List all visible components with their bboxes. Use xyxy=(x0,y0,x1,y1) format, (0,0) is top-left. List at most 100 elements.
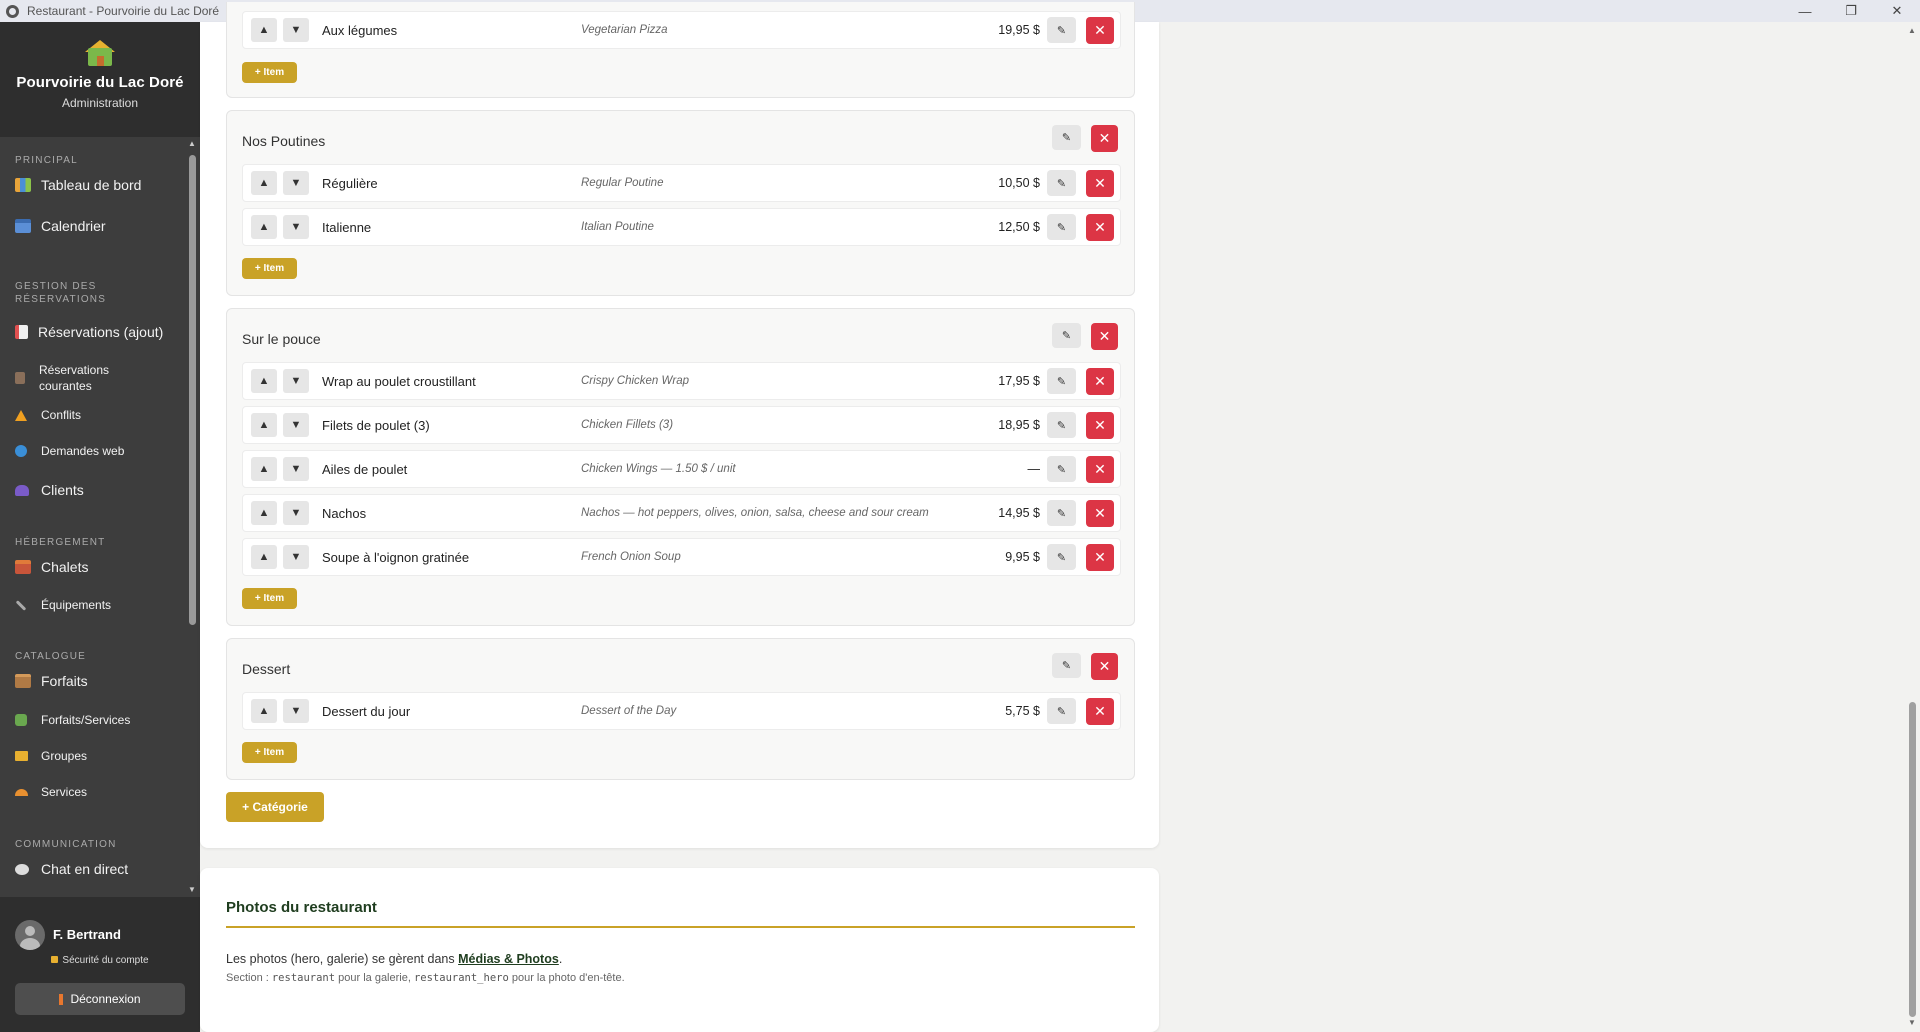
page-scrollbar[interactable]: ▲ ▼ xyxy=(1905,22,1920,1032)
brand-subtitle: Administration xyxy=(61,96,139,110)
item-description: Crispy Chicken Wrap xyxy=(581,375,689,387)
title-divider xyxy=(226,926,1135,928)
move-down-button[interactable]: ▼ xyxy=(283,18,309,42)
edit-category-button[interactable]: ✎ xyxy=(1052,323,1081,348)
sidebar-item-clients[interactable]: Clients xyxy=(0,482,99,498)
move-down-button[interactable]: ▼ xyxy=(283,501,309,525)
move-up-button[interactable]: ▲ xyxy=(251,501,277,525)
photos-info-lead: Les photos (hero, galerie) se gèrent dan… xyxy=(226,952,459,966)
edit-item-button[interactable]: ✎ xyxy=(1047,17,1076,43)
item-price: 9,95 $ xyxy=(1005,550,1040,564)
delete-category-button[interactable]: ✕ xyxy=(1091,125,1118,152)
move-up-button[interactable]: ▲ xyxy=(251,171,277,195)
move-up-button[interactable]: ▲ xyxy=(251,369,277,393)
add-item-button[interactable]: + Item xyxy=(242,258,297,279)
move-down-button[interactable]: ▼ xyxy=(283,699,309,723)
delete-item-button[interactable]: ✕ xyxy=(1086,368,1114,395)
user-panel: F. Bertrand Sécurité du compte Déconnexi… xyxy=(0,897,200,1032)
edit-item-button[interactable]: ✎ xyxy=(1047,214,1076,240)
item-name: Wrap au poulet croustillant xyxy=(322,374,476,389)
delete-item-button[interactable]: ✕ xyxy=(1086,214,1114,241)
item-name: Aux légumes xyxy=(322,23,398,38)
move-down-button[interactable]: ▼ xyxy=(283,215,309,239)
edit-item-button[interactable]: ✎ xyxy=(1047,412,1076,438)
user-name: F. Bertrand xyxy=(53,927,121,942)
scroll-up-arrow-icon[interactable]: ▲ xyxy=(188,139,196,148)
sidebar-item-conflicts[interactable]: Conflits xyxy=(0,407,96,423)
menu-category: Sur le pouce ✎ ✕ ▲ ▼ Wrap au poulet crou… xyxy=(226,308,1135,626)
account-security-link[interactable]: Sécurité du compte xyxy=(0,955,200,966)
add-category-button[interactable]: + Catégorie xyxy=(226,792,324,822)
sidebar-item-web-requests[interactable]: Demandes web xyxy=(0,443,139,459)
edit-category-button[interactable]: ✎ xyxy=(1052,125,1081,150)
edit-item-button[interactable]: ✎ xyxy=(1047,456,1076,482)
delete-category-button[interactable]: ✕ xyxy=(1091,653,1118,680)
move-up-button[interactable]: ▲ xyxy=(251,18,277,42)
move-down-button[interactable]: ▼ xyxy=(283,171,309,195)
minimize-button[interactable]: — xyxy=(1782,0,1828,22)
move-down-button[interactable]: ▼ xyxy=(283,545,309,569)
add-item-button[interactable]: + Item xyxy=(242,588,297,609)
move-up-button[interactable]: ▲ xyxy=(251,457,277,481)
move-down-button[interactable]: ▼ xyxy=(283,413,309,437)
menu-category-pizzas: ▲ ▼ Aux légumes Vegetarian Pizza 19,95 $… xyxy=(226,2,1135,98)
scroll-down-arrow-icon[interactable]: ▼ xyxy=(188,885,196,894)
sidebar-item-chalets[interactable]: Chalets xyxy=(0,559,103,575)
sidebar-scroll-thumb[interactable] xyxy=(189,155,196,625)
sidebar-scrollbar[interactable]: ▲ ▼ xyxy=(186,137,198,897)
move-up-button[interactable]: ▲ xyxy=(251,413,277,437)
package-icon xyxy=(15,674,31,688)
sidebar-item-label: Équipements xyxy=(41,598,112,612)
restaurant-photos-card: Photos du restaurant Les photos (hero, g… xyxy=(200,868,1159,1032)
edit-item-button[interactable]: ✎ xyxy=(1047,544,1076,570)
edit-item-button[interactable]: ✎ xyxy=(1047,698,1076,724)
page-scroll-up-icon[interactable]: ▲ xyxy=(1908,26,1916,35)
sidebar-item-calendar[interactable]: Calendrier xyxy=(0,218,121,234)
item-description: Italian Poutine xyxy=(581,221,654,233)
logout-button[interactable]: Déconnexion xyxy=(15,983,185,1015)
menu-item-row: ▲ ▼ Aux légumes Vegetarian Pizza 19,95 $… xyxy=(242,11,1121,49)
sidebar-item-live-chat[interactable]: Chat en direct xyxy=(0,861,143,877)
move-up-button[interactable]: ▲ xyxy=(251,699,277,723)
edit-item-button[interactable]: ✎ xyxy=(1047,170,1076,196)
delete-item-button[interactable]: ✕ xyxy=(1086,698,1114,725)
photos-info-end: . xyxy=(558,952,563,966)
sidebar-item-reservations-current[interactable]: Réservations courantes xyxy=(0,362,144,394)
delete-item-button[interactable]: ✕ xyxy=(1086,500,1114,527)
edit-category-button[interactable]: ✎ xyxy=(1052,653,1081,678)
sidebar-item-equipment[interactable]: Équipements xyxy=(0,597,126,613)
edit-item-button[interactable]: ✎ xyxy=(1047,500,1076,526)
delete-item-button[interactable]: ✕ xyxy=(1086,544,1114,571)
sidebar-item-groups[interactable]: Groupes xyxy=(0,748,102,764)
door-icon xyxy=(59,993,64,1005)
page-scroll-thumb[interactable] xyxy=(1909,702,1916,1017)
sidebar-item-packages-services[interactable]: Forfaits/Services xyxy=(0,712,145,728)
maximize-button[interactable]: ❐ xyxy=(1828,0,1874,22)
close-window-button[interactable]: ✕ xyxy=(1874,0,1920,22)
move-up-button[interactable]: ▲ xyxy=(251,215,277,239)
edit-item-button[interactable]: ✎ xyxy=(1047,368,1076,394)
delete-item-button[interactable]: ✕ xyxy=(1086,456,1114,483)
brand[interactable]: Pourvoirie du Lac Doré Administration xyxy=(0,22,200,137)
delete-item-button[interactable]: ✕ xyxy=(1086,17,1114,44)
add-item-button[interactable]: + Item xyxy=(242,742,297,763)
item-description: French Onion Soup xyxy=(581,551,681,563)
menu-item-row: ▲ ▼ Régulière Regular Poutine 10,50 $ ✎ … xyxy=(242,164,1121,202)
sidebar-item-label: Conflits xyxy=(41,408,82,422)
move-down-button[interactable]: ▼ xyxy=(283,457,309,481)
sidebar-item-services[interactable]: Services xyxy=(0,784,102,800)
move-down-button[interactable]: ▼ xyxy=(283,369,309,393)
move-up-button[interactable]: ▲ xyxy=(251,545,277,569)
sidebar-item-dashboard[interactable]: Tableau de bord xyxy=(0,177,156,193)
page-scroll-down-icon[interactable]: ▼ xyxy=(1908,1018,1916,1027)
item-price: — xyxy=(1027,462,1041,476)
delete-category-button[interactable]: ✕ xyxy=(1091,323,1118,350)
sidebar-item-reservations-add[interactable]: Réservations (ajout) xyxy=(0,324,178,340)
delete-item-button[interactable]: ✕ xyxy=(1086,170,1114,197)
menu-item-row: ▲ ▼ Soupe à l'oignon gratinée French Oni… xyxy=(242,538,1121,576)
media-photos-link[interactable]: Médias & Photos xyxy=(458,952,559,966)
sidebar-item-label: Services xyxy=(41,785,88,799)
sidebar-item-packages[interactable]: Forfaits xyxy=(0,673,103,689)
add-item-button[interactable]: + Item xyxy=(242,62,297,83)
delete-item-button[interactable]: ✕ xyxy=(1086,412,1114,439)
